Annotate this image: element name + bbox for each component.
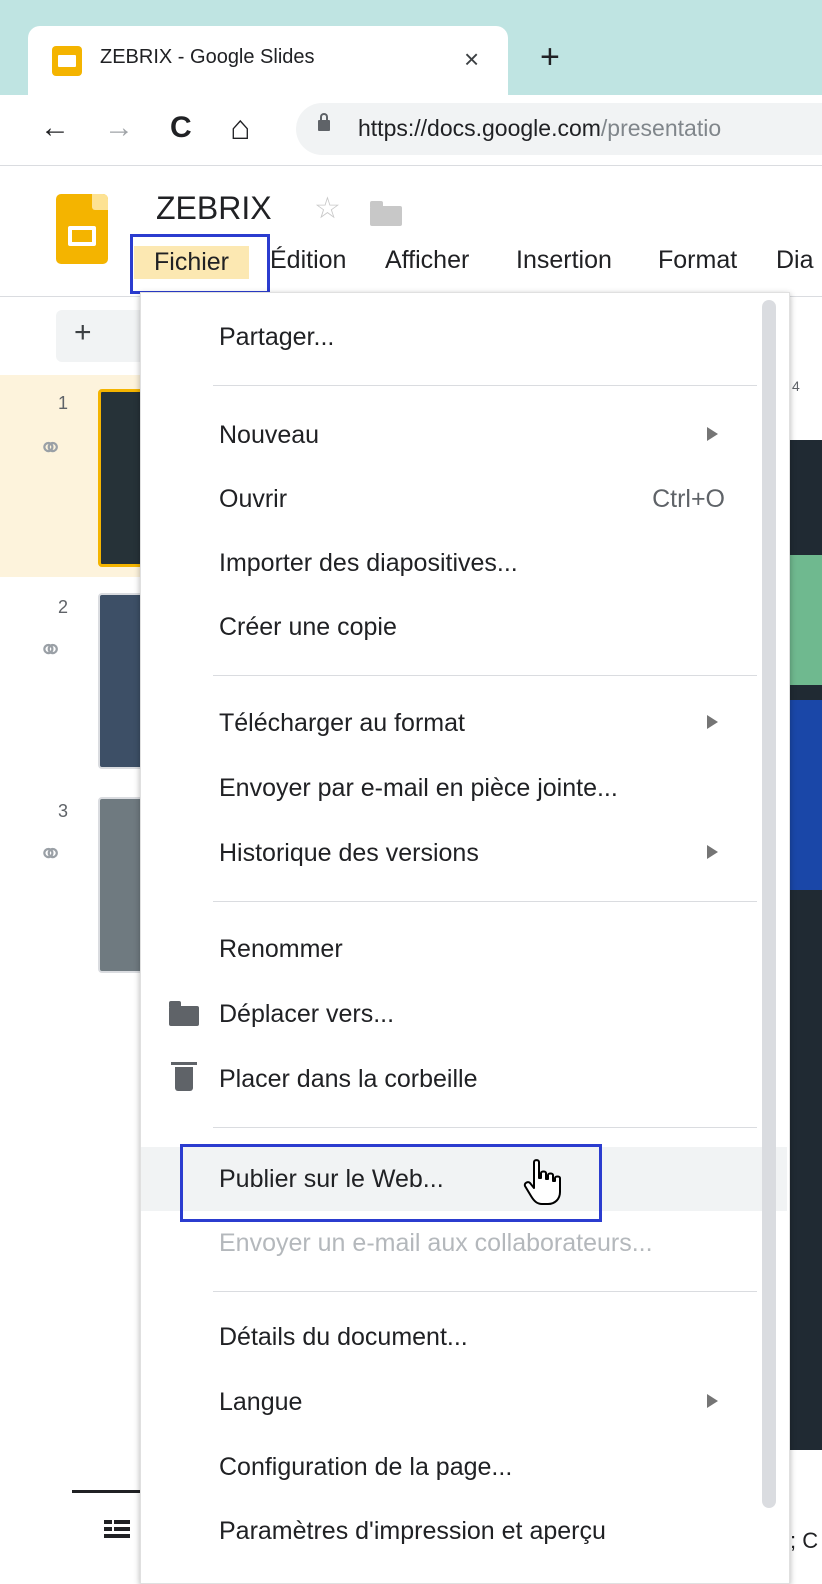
slide-number: 2 bbox=[58, 597, 69, 617]
submenu-arrow-icon bbox=[707, 715, 718, 729]
slide-number: 1 bbox=[58, 393, 69, 413]
menu-item-label: Configuration de la page... bbox=[219, 1453, 513, 1481]
menu-item-creer-copie[interactable]: Créer une copie bbox=[141, 599, 761, 655]
submenu-arrow-icon bbox=[707, 1394, 718, 1408]
menu-item-label: Partager... bbox=[219, 323, 335, 351]
slides-favicon-icon bbox=[52, 46, 82, 76]
filmstrip-view-icon[interactable] bbox=[104, 1520, 130, 1538]
lock-icon bbox=[318, 113, 330, 131]
menu-item-label: Déplacer vers... bbox=[219, 1000, 395, 1028]
menu-separator bbox=[213, 1291, 757, 1292]
submenu-arrow-icon bbox=[707, 845, 718, 859]
menu-separator bbox=[213, 1127, 757, 1128]
plus-icon: + bbox=[74, 316, 92, 349]
menu-item-envoyer-email[interactable]: Envoyer par e-mail en pièce jointe... bbox=[141, 760, 761, 816]
menu-separator bbox=[213, 675, 757, 676]
slide-number: 3 bbox=[58, 801, 69, 821]
new-slide-button[interactable]: + bbox=[56, 310, 146, 362]
browser-toolbar: ← → C ⌂ https://docs.google.com/presenta… bbox=[0, 95, 822, 166]
menu-item-label: Télécharger au format bbox=[219, 709, 465, 737]
hand-cursor-icon bbox=[523, 1159, 561, 1205]
folder-icon[interactable] bbox=[370, 201, 402, 226]
browser-tab[interactable]: ZEBRIX - Google Slides × bbox=[28, 26, 508, 95]
tab-title: ZEBRIX - Google Slides bbox=[100, 46, 315, 68]
view-tab-underline bbox=[72, 1490, 142, 1493]
menu-item-label: Créer une copie bbox=[219, 613, 397, 641]
url-host: https://docs.google.com bbox=[358, 115, 601, 141]
home-icon[interactable]: ⌂ bbox=[230, 109, 251, 147]
slide-shape-blue bbox=[788, 700, 822, 890]
menu-item-label: Historique des versions bbox=[219, 839, 479, 867]
menu-item-deplacer[interactable]: Déplacer vers... bbox=[141, 986, 761, 1042]
menu-insertion[interactable]: Insertion bbox=[516, 246, 612, 275]
menu-item-nouveau[interactable]: Nouveau bbox=[141, 407, 761, 463]
menu-item-impression[interactable]: Paramètres d'impression et aperçu bbox=[141, 1503, 761, 1559]
menu-item-label: Paramètres d'impression et aperçu bbox=[219, 1517, 606, 1545]
menu-edition[interactable]: Édition bbox=[270, 246, 346, 275]
link-icon: ⚭ bbox=[38, 838, 64, 871]
menu-item-corbeille[interactable]: Placer dans la corbeille bbox=[141, 1051, 761, 1107]
trash-icon bbox=[171, 1062, 197, 1091]
url-text: https://docs.google.com/presentatio bbox=[358, 115, 721, 142]
menu-item-importer[interactable]: Importer des diapositives... bbox=[141, 535, 761, 591]
star-icon[interactable]: ☆ bbox=[314, 194, 341, 224]
link-icon: ⚭ bbox=[38, 432, 64, 465]
menu-item-label: Détails du document... bbox=[219, 1323, 468, 1351]
reload-icon[interactable]: C bbox=[170, 109, 192, 147]
back-icon[interactable]: ← bbox=[40, 109, 70, 147]
slide-shape-green bbox=[788, 555, 822, 685]
menu-item-label: Renommer bbox=[219, 935, 343, 963]
bottom-text: ; C bbox=[790, 1528, 819, 1553]
browser-tabstrip: ZEBRIX - Google Slides × + bbox=[0, 0, 822, 95]
menubar: Fichier Édition Afficher Insertion Forma… bbox=[0, 242, 822, 282]
menu-item-langue[interactable]: Langue bbox=[141, 1374, 761, 1430]
filmstrip: 1 ⚭ 2 ⚭ 3 ⚭ bbox=[0, 375, 164, 1490]
document-title[interactable]: ZEBRIX bbox=[156, 190, 272, 227]
close-tab-icon[interactable]: × bbox=[464, 40, 479, 78]
menu-item-label: Envoyer par e-mail en pièce jointe... bbox=[219, 774, 618, 802]
menu-item-configuration[interactable]: Configuration de la page... bbox=[141, 1439, 761, 1495]
menu-item-partager[interactable]: Partager... bbox=[141, 309, 761, 365]
ruler-number: 4 bbox=[792, 378, 800, 394]
menu-afficher[interactable]: Afficher bbox=[385, 246, 469, 275]
new-tab-button[interactable]: + bbox=[540, 40, 560, 74]
forward-icon[interactable]: → bbox=[104, 109, 134, 147]
app-header: ZEBRIX ☆ Fichier Édition Afficher Insert… bbox=[0, 166, 822, 297]
file-menu-dropdown: Partager... Nouveau Ouvrir Ctrl+O Import… bbox=[140, 292, 790, 1584]
menu-item-shortcut: Ctrl+O bbox=[652, 485, 725, 513]
menu-scrollbar[interactable] bbox=[762, 300, 776, 1508]
menu-item-label: Placer dans la corbeille bbox=[219, 1065, 478, 1093]
menu-item-telecharger[interactable]: Télécharger au format bbox=[141, 695, 761, 751]
url-path: /presentatio bbox=[600, 115, 722, 141]
menu-separator bbox=[213, 385, 757, 386]
menu-item-details[interactable]: Détails du document... bbox=[141, 1309, 761, 1365]
fichier-highlight-box bbox=[130, 234, 270, 294]
menu-diapositive[interactable]: Dia bbox=[776, 246, 814, 275]
submenu-arrow-icon bbox=[707, 427, 718, 441]
menu-format[interactable]: Format bbox=[658, 246, 737, 275]
menu-item-label: Ouvrir bbox=[219, 485, 288, 513]
menu-item-renommer[interactable]: Renommer bbox=[141, 921, 761, 977]
menu-item-label: Envoyer un e-mail aux collaborateurs... bbox=[219, 1229, 653, 1257]
folder-icon bbox=[169, 1001, 199, 1026]
menu-separator bbox=[213, 901, 757, 902]
link-icon: ⚭ bbox=[38, 634, 64, 667]
menu-item-label: Importer des diapositives... bbox=[219, 549, 518, 577]
menu-item-email-collaborateurs: Envoyer un e-mail aux collaborateurs... bbox=[141, 1215, 761, 1271]
menu-item-ouvrir[interactable]: Ouvrir Ctrl+O bbox=[141, 471, 761, 527]
menu-item-label: Langue bbox=[219, 1388, 303, 1416]
menu-item-historique[interactable]: Historique des versions bbox=[141, 825, 761, 881]
address-bar[interactable]: https://docs.google.com/presentatio bbox=[296, 103, 822, 155]
menu-item-label: Nouveau bbox=[219, 421, 320, 449]
